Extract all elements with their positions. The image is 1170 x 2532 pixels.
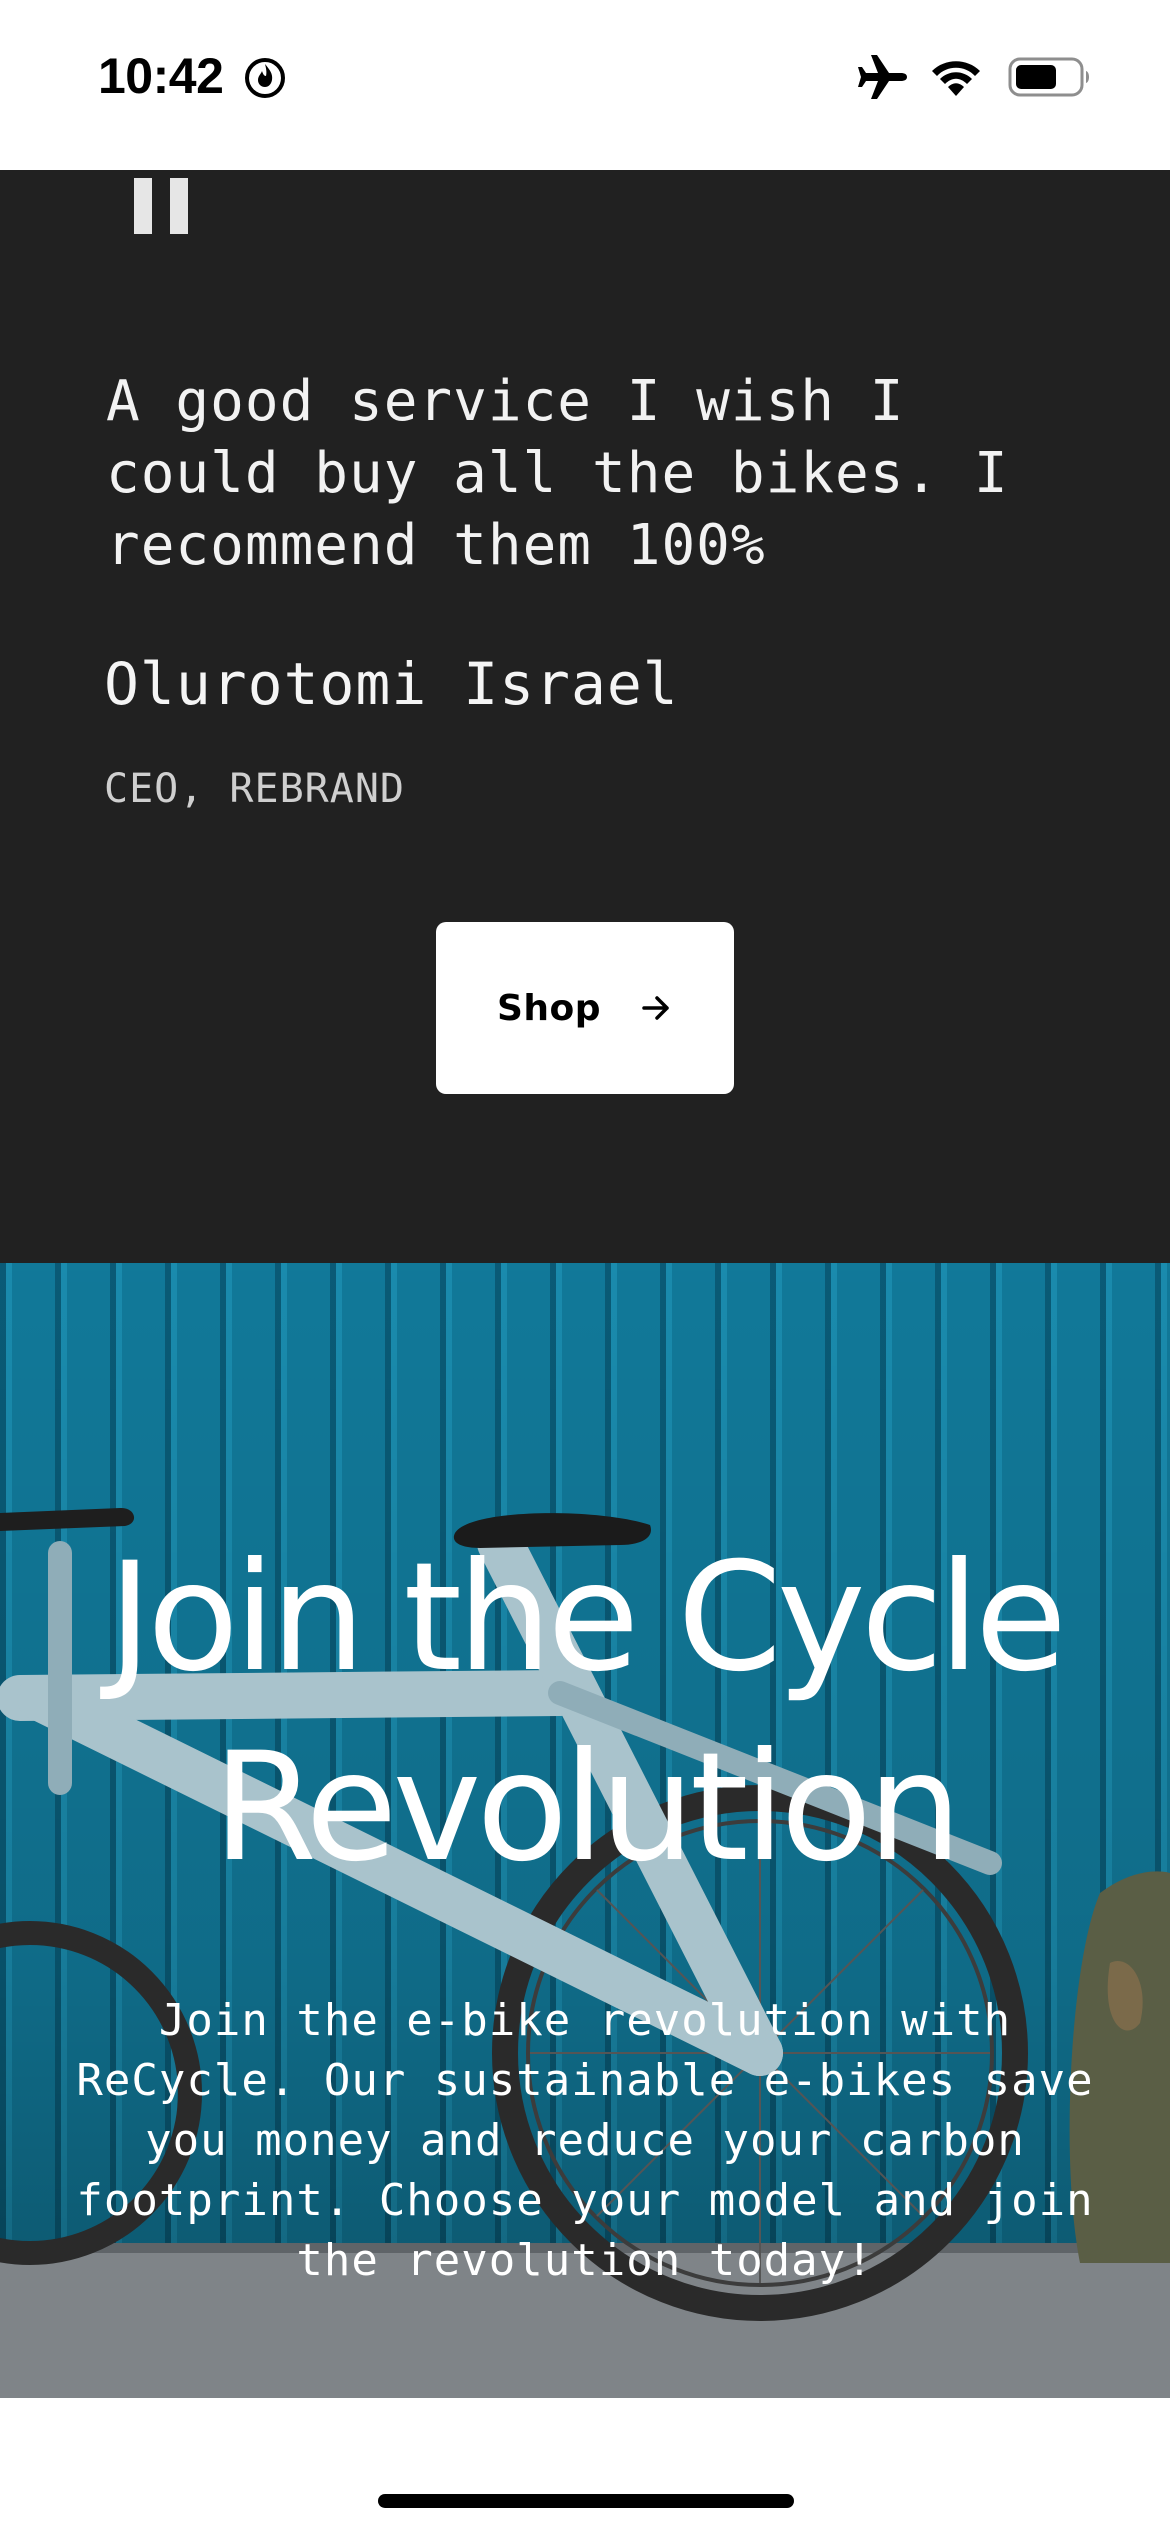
testimonial-role: CEO, REBRAND <box>104 766 405 812</box>
testimonial-author: Olurotomi Israel <box>104 650 679 718</box>
home-indicator-area <box>0 2398 1170 2532</box>
arrow-right-icon <box>642 996 669 1020</box>
testimonial-section: A good service I wish I could buy all th… <box>0 170 1170 1263</box>
testimonial-quote: A good service I wish I could buy all th… <box>106 369 1009 578</box>
airplane-icon <box>858 55 907 99</box>
shop-button-label: Shop <box>496 987 602 1029</box>
status-bar: 10:42 <box>0 0 1170 170</box>
battery-icon <box>1008 57 1089 97</box>
focus-flame-icon <box>245 58 285 98</box>
home-indicator[interactable] <box>378 2494 794 2508</box>
hero-description: Join the e-bike revolution with ReCycle.… <box>76 1995 1094 2286</box>
hero-section: Join the Cycle Revolution Join the e-bik… <box>0 1263 1170 2398</box>
hero-title: Join the Cycle Revolution <box>107 1531 1067 1895</box>
wifi-icon <box>932 61 980 96</box>
quote-icon <box>130 178 192 234</box>
shop-button[interactable]: Shop <box>436 922 734 1094</box>
status-time: 10:42 <box>98 48 224 104</box>
